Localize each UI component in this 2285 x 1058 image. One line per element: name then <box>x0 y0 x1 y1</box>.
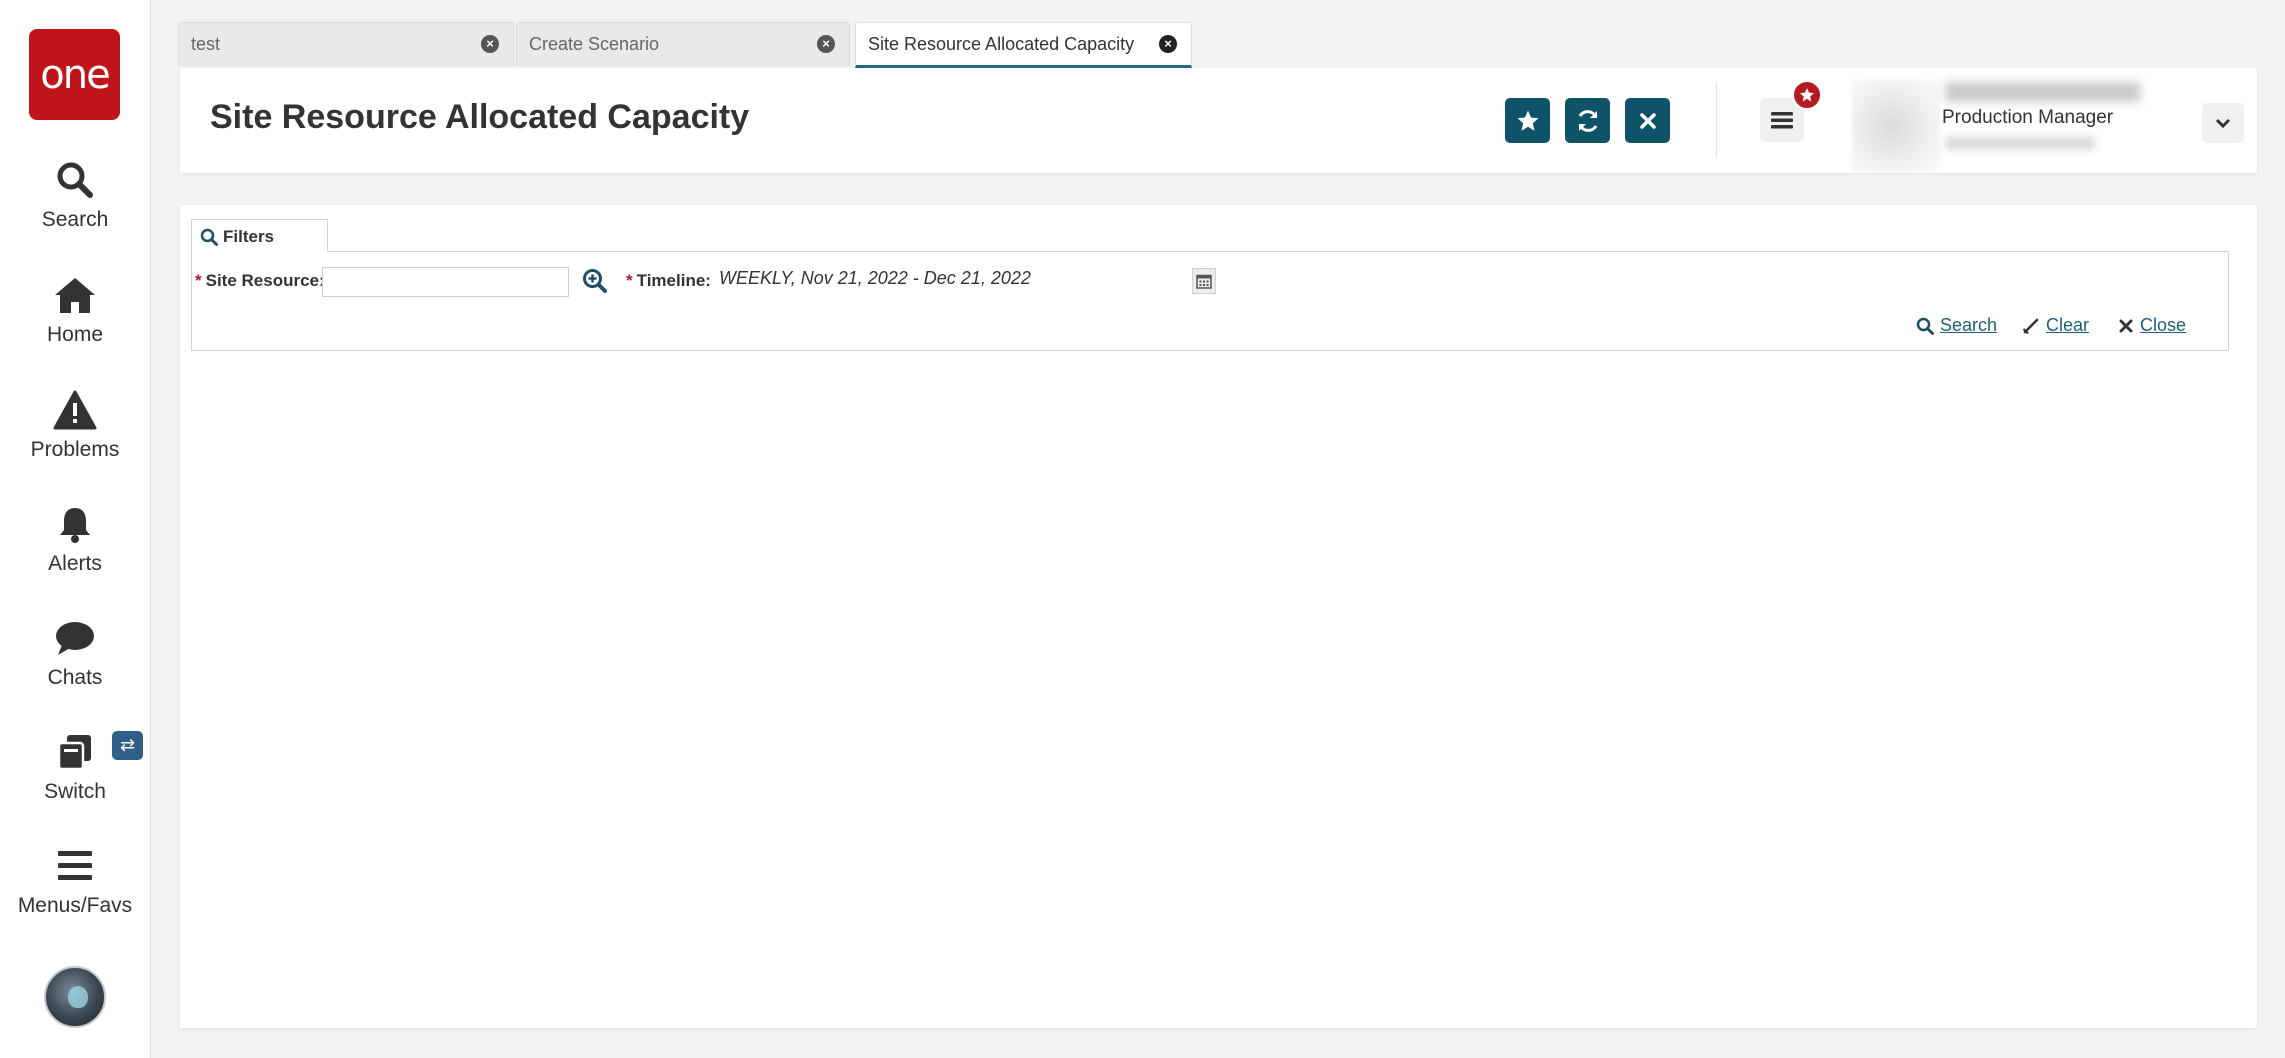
sidebar-item-label: Alerts <box>48 552 102 575</box>
search-filter-link[interactable]: Search <box>1916 315 1997 336</box>
search-icon <box>1916 317 1934 335</box>
bell-icon <box>60 508 90 543</box>
filters-tab-label: Filters <box>223 227 275 246</box>
user-role: Production Manager <box>1942 107 2114 128</box>
tab-label: Site Resource Allocated Capacity <box>868 34 1135 54</box>
favorite-button[interactable] <box>1505 98 1550 143</box>
swap-arrows-icon[interactable]: ⇄ <box>112 731 143 760</box>
calendar-icon <box>1196 274 1212 289</box>
divider <box>1716 82 1717 158</box>
home-icon <box>55 278 95 313</box>
filter-panel: * Site Resource: * Timeline: WEEKLY, Nov 2… <box>191 251 2229 351</box>
chevron-down-icon <box>2215 118 2231 129</box>
app-logo[interactable]: one <box>29 29 120 120</box>
favorites-badge[interactable] <box>1792 80 1822 110</box>
warning-icon <box>53 390 97 430</box>
sidebar-item-menus-favs[interactable]: Menus/Favs <box>0 846 150 918</box>
user-menu-button[interactable] <box>2202 103 2244 143</box>
site-resource-label-text: Site Resource: <box>205 271 325 290</box>
close-icon <box>2119 319 2133 332</box>
menu-icon <box>58 851 92 880</box>
tab-site-resource-allocated-capacity[interactable]: Site Resource Allocated Capacity × <box>855 22 1192 68</box>
eraser-icon <box>2023 318 2039 334</box>
user-org-redacted <box>1945 136 2095 150</box>
close-page-button[interactable] <box>1625 98 1670 143</box>
content-panel: Filters * Site Resource: * Timeline: WEEKL… <box>180 205 2257 1028</box>
chat-icon <box>56 622 94 655</box>
refresh-icon <box>1578 109 1597 132</box>
sidebar-item-label: Chats <box>47 666 103 689</box>
sidebar-item-label: Problems <box>30 438 120 461</box>
timeline-label: * Timeline: <box>626 271 711 291</box>
tab-test[interactable]: test × <box>178 22 514 66</box>
tab-label: Create Scenario <box>529 34 660 54</box>
required-marker: * <box>626 271 633 290</box>
star-icon <box>1800 88 1814 102</box>
user-avatar[interactable] <box>1852 80 1940 172</box>
page-header: Site Resource Allocated Capacity Product… <box>180 68 2257 173</box>
sidebar-item-label: Menus/Favs <box>17 894 133 917</box>
page-title: Site Resource Allocated Capacity <box>210 98 750 136</box>
required-marker: * <box>195 271 202 290</box>
clear-filter-link[interactable]: Clear <box>2022 315 2089 336</box>
timeline-label-text: Timeline: <box>636 271 711 290</box>
switch-icon <box>57 735 91 771</box>
sidebar-item-label: Switch <box>44 780 106 803</box>
sidebar-item-chats[interactable]: Chats <box>0 618 150 690</box>
sidebar: one Search Home Problems Alerts Chats Sw… <box>0 0 151 1058</box>
site-resource-input[interactable] <box>322 267 569 297</box>
star-icon <box>1517 110 1538 131</box>
site-resource-label: * Site Resource: <box>195 271 325 291</box>
search-icon <box>57 162 93 198</box>
close-tab-icon[interactable]: × <box>817 35 835 53</box>
filters-tab[interactable]: Filters <box>191 219 328 252</box>
tab-label: test <box>191 34 221 54</box>
close-filter-link[interactable]: Close <box>2118 315 2186 336</box>
calendar-button[interactable] <box>1192 268 1216 294</box>
sidebar-item-home[interactable]: Home <box>0 275 150 347</box>
refresh-button[interactable] <box>1565 98 1610 143</box>
clear-filter-label: Clear <box>2046 315 2090 335</box>
hamburger-icon <box>1771 112 1793 129</box>
close-filter-label: Close <box>2140 315 2187 335</box>
close-tab-icon[interactable]: × <box>481 35 499 53</box>
lookup-zoom-icon[interactable] <box>582 268 608 294</box>
sidebar-item-search[interactable]: Search <box>0 160 150 232</box>
close-icon <box>1639 112 1656 129</box>
search-icon <box>200 228 218 246</box>
timeline-value[interactable]: WEEKLY, Nov 21, 2022 - Dec 21, 2022 <box>719 268 1031 289</box>
assistant-avatar[interactable] <box>44 966 106 1028</box>
sidebar-item-label: Search <box>41 208 109 231</box>
tab-create-scenario[interactable]: Create Scenario × <box>516 22 850 66</box>
user-name-redacted <box>1945 82 2140 102</box>
close-tab-icon[interactable]: × <box>1159 35 1177 53</box>
sidebar-item-alerts[interactable]: Alerts <box>0 504 150 576</box>
search-filter-label: Search <box>1940 315 1998 335</box>
sidebar-item-label: Home <box>46 323 104 346</box>
sidebar-item-problems[interactable]: Problems <box>0 390 150 462</box>
